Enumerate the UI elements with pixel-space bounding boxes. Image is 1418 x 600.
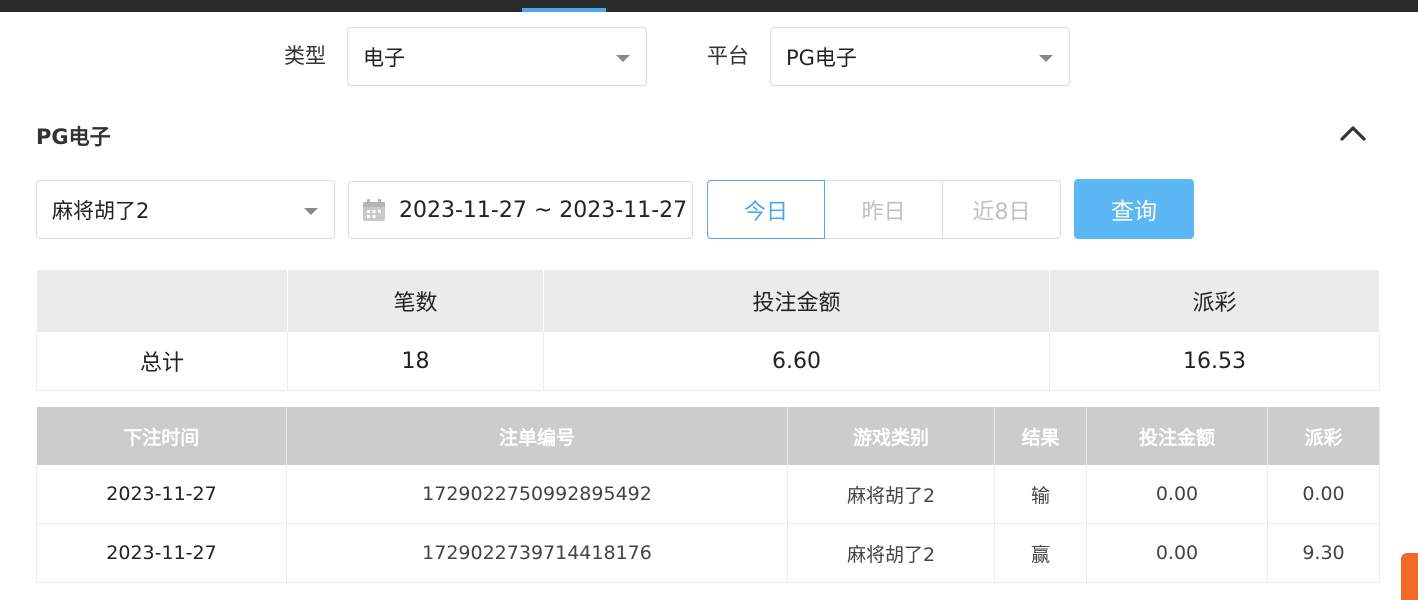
type-label: 类型 <box>284 44 326 68</box>
summary-header-row: 笔数 投注金额 派彩 <box>36 270 1380 332</box>
detail-header-row: 下注时间 注单编号 游戏类别 结果 投注金额 派彩 <box>36 407 1380 465</box>
bet-time-cell: 2023-11-27 <box>36 465 287 524</box>
summary-header-cell: 笔数 <box>287 270 544 332</box>
quick-date-group: 今日 昨日 近8日 <box>707 180 1061 239</box>
calendar-icon <box>363 199 385 221</box>
detail-header-cell: 游戏类别 <box>787 407 995 465</box>
summary-cell: 18 <box>287 332 544 391</box>
bet-records-table: 下注时间 注单编号 游戏类别 结果 投注金额 派彩 2023-11-27 172… <box>36 407 1380 583</box>
game-type-cell: 麻将胡了2 <box>787 523 995 583</box>
detail-header-cell: 结果 <box>994 407 1087 465</box>
game-type-cell: 麻将胡了2 <box>787 465 995 524</box>
floating-side-tab[interactable] <box>1401 553 1418 600</box>
chevron-up-icon[interactable] <box>1338 122 1368 144</box>
date-range-value: 2023-11-27 ~ 2023-11-27 <box>399 197 688 223</box>
summary-header-cell <box>36 270 288 332</box>
detail-header-cell: 注单编号 <box>286 407 788 465</box>
bet-amount-cell: 0.00 <box>1086 523 1268 583</box>
result-cell: 输 <box>994 465 1087 524</box>
yesterday-button[interactable]: 昨日 <box>825 180 943 239</box>
date-range-picker[interactable]: 2023-11-27 ~ 2023-11-27 <box>348 181 693 239</box>
chevron-down-icon <box>616 54 630 62</box>
result-cell: 赢 <box>994 523 1087 583</box>
bet-id-cell: 1729022739714418176 <box>286 523 788 583</box>
type-select-value: 电子 <box>363 45 405 70</box>
bet-time-cell: 2023-11-27 <box>36 523 287 583</box>
detail-header-cell: 派彩 <box>1267 407 1380 465</box>
platform-select[interactable]: PG电子 <box>770 27 1070 86</box>
platform-label: 平台 <box>707 44 749 68</box>
platform-select-value: PG电子 <box>786 45 857 70</box>
summary-table: 笔数 投注金额 派彩 总计 18 6.60 16.53 <box>36 270 1380 391</box>
bet-amount-cell: 0.00 <box>1086 465 1268 524</box>
detail-header-cell: 投注金额 <box>1086 407 1268 465</box>
chevron-down-icon <box>1039 54 1053 62</box>
game-select[interactable]: 麻将胡了2 <box>36 180 335 239</box>
search-button[interactable]: 查询 <box>1074 179 1194 239</box>
chevron-down-icon <box>304 207 318 215</box>
today-button[interactable]: 今日 <box>707 180 825 239</box>
payout-cell: 0.00 <box>1267 465 1380 524</box>
last-8-days-button[interactable]: 近8日 <box>943 180 1061 239</box>
top-nav-bar <box>0 0 1418 12</box>
summary-header-cell: 投注金额 <box>543 270 1050 332</box>
summary-cell: 总计 <box>36 332 288 391</box>
active-tab-indicator <box>522 8 606 12</box>
summary-cell: 6.60 <box>543 332 1050 391</box>
summary-total-row: 总计 18 6.60 16.53 <box>36 332 1380 391</box>
bet-id-cell: 1729022750992895492 <box>286 465 788 524</box>
table-row[interactable]: 2023-11-27 1729022750992895492 麻将胡了2 输 0… <box>36 465 1380 524</box>
table-row[interactable]: 2023-11-27 1729022739714418176 麻将胡了2 赢 0… <box>36 523 1380 583</box>
payout-cell: 9.30 <box>1267 523 1380 583</box>
type-select[interactable]: 电子 <box>347 27 647 86</box>
game-select-value: 麻将胡了2 <box>52 198 150 223</box>
summary-header-cell: 派彩 <box>1049 270 1380 332</box>
section-title: PG电子 <box>36 125 111 149</box>
detail-header-cell: 下注时间 <box>36 407 287 465</box>
summary-cell: 16.53 <box>1049 332 1380 391</box>
